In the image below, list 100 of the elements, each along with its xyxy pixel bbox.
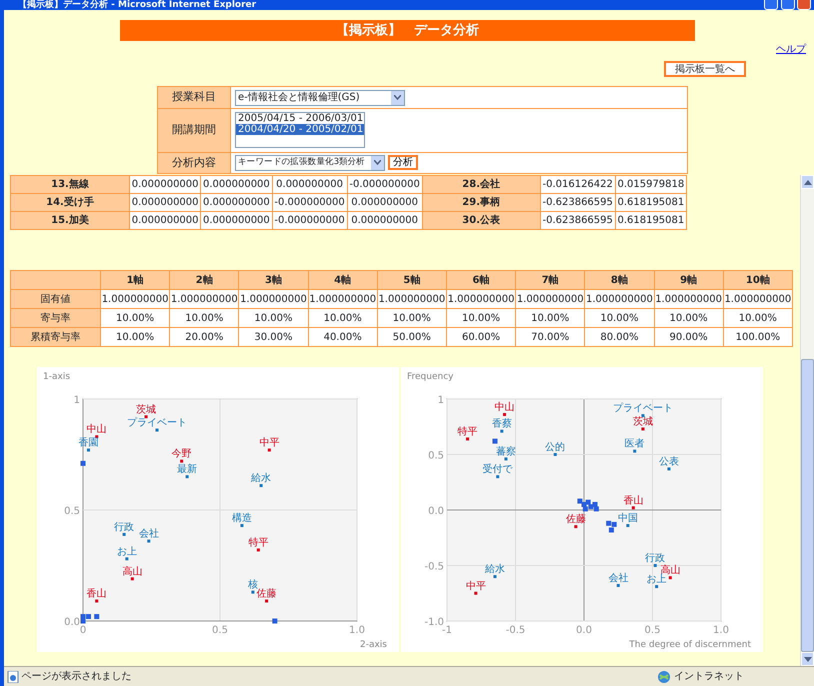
- data-point: [180, 460, 184, 463]
- term-cell: 13.無線: [10, 176, 130, 194]
- table-cell: -0.623866595: [540, 194, 616, 212]
- tick-label: 0.0: [576, 625, 592, 636]
- column-header: 8軸: [584, 270, 654, 290]
- tick-label: 0.5: [212, 625, 228, 636]
- table-cell: 10.00%: [238, 308, 308, 328]
- column-header: 3軸: [238, 270, 308, 290]
- data-point: [574, 525, 578, 528]
- table-cell: 0.000000000: [130, 194, 201, 212]
- select-field[interactable]: キーワードの拡張数量化3類分析: [235, 154, 385, 171]
- table-cell: 1.000000000: [654, 290, 724, 308]
- table-cell: 40.00%: [308, 328, 378, 346]
- scroll-up-button[interactable]: [801, 175, 814, 189]
- globe-icon: [657, 670, 672, 684]
- axis-title: The degree of discernment: [629, 640, 751, 650]
- data-point: [500, 430, 504, 433]
- point-label: 受付で: [482, 464, 513, 476]
- period-listbox[interactable]: 2005/04/15 - 2006/03/01 2004/04/20 - 2005/02/01: [235, 112, 365, 148]
- data-point: [147, 540, 150, 543]
- board-list-button[interactable]: 掲示板一覧へ: [664, 61, 746, 77]
- table-cell: 1.000000000: [723, 290, 792, 308]
- point-label: 高山: [122, 566, 142, 578]
- data-point: [272, 618, 278, 624]
- table-cell: 20.00%: [170, 328, 239, 346]
- tick-label: 1: [74, 395, 80, 406]
- minimize-button[interactable]: [764, 0, 778, 10]
- point-label: 公表: [658, 456, 679, 468]
- data-point: [130, 577, 134, 580]
- table-cell: -0.000000000: [272, 212, 348, 230]
- table-cell: -0.000000000: [272, 194, 348, 212]
- table-cell: 0.000000000: [347, 194, 422, 212]
- table-cell: 10.00%: [100, 328, 170, 346]
- scroll-thumb[interactable]: [801, 359, 814, 652]
- term-cell: 29.事柄: [422, 194, 540, 212]
- column-header: 4軸: [308, 270, 378, 290]
- data-point: [466, 437, 470, 440]
- point-label: お上: [646, 574, 667, 586]
- list-option[interactable]: 2005/04/15 - 2006/03/01: [236, 113, 364, 124]
- data-point: [122, 532, 126, 536]
- table-cell: 10.00%: [584, 308, 654, 328]
- data-point: [632, 506, 635, 510]
- data-point: [186, 475, 189, 478]
- data-point: [554, 453, 557, 456]
- tick-label: 1.0: [713, 625, 729, 636]
- point-label: 会社: [138, 528, 159, 540]
- data-point: [641, 427, 644, 430]
- point-label: 特平: [248, 537, 268, 548]
- data-point: [655, 585, 658, 588]
- table-cell: 30.00%: [238, 328, 308, 346]
- table-cell: 100.00%: [723, 328, 792, 346]
- point-label: 中国: [618, 513, 638, 524]
- tick-label: -0.5: [506, 625, 526, 636]
- select-field[interactable]: e-情報社会と情報倫理(GS): [235, 90, 405, 106]
- point-label: 医者: [624, 438, 645, 450]
- data-point: [265, 600, 268, 603]
- list-option[interactable]: 2004/04/20 - 2005/02/01: [236, 124, 364, 135]
- point-label: お上: [116, 546, 137, 558]
- data-point: [626, 524, 630, 528]
- table-cell: 50.00%: [377, 328, 446, 346]
- close-button[interactable]: [797, 0, 812, 10]
- data-point: [86, 448, 90, 452]
- down-arrow-icon: [804, 656, 812, 662]
- tick-label: 1.0: [349, 625, 365, 636]
- data-point: [80, 460, 86, 466]
- data-point: [125, 557, 128, 560]
- help-link[interactable]: ヘルプ: [776, 42, 806, 57]
- table-cell: 1.000000000: [446, 290, 516, 308]
- table-cell: -0.000000000: [347, 176, 422, 194]
- table-cell: 0.000000000: [272, 176, 348, 194]
- table-cell: 0.000000000: [200, 194, 272, 212]
- data-point: [654, 564, 657, 567]
- point-label: 香蔡: [492, 418, 512, 430]
- form-label: 開講期間: [158, 108, 230, 152]
- data-point: [144, 415, 148, 418]
- point-label: 給水: [251, 473, 272, 484]
- analyze-button[interactable]: 分析: [388, 155, 418, 170]
- data-point: [260, 484, 263, 488]
- tick-label: 0.5: [428, 450, 444, 462]
- maximize-button[interactable]: [780, 0, 794, 10]
- data-point: [256, 548, 260, 552]
- point-label: 中山: [494, 402, 515, 414]
- axis-title: Frequency: [407, 372, 454, 382]
- point-label: 佐藤: [256, 588, 277, 600]
- data-point: [95, 435, 98, 438]
- column-header: 10軸: [723, 270, 792, 290]
- table-cell: 10.00%: [516, 308, 585, 328]
- up-arrow-icon: [804, 180, 812, 184]
- point-label: 公的: [545, 442, 566, 453]
- table-cell: 1.000000000: [377, 290, 446, 308]
- data-point: [95, 600, 98, 603]
- status-message: ページが表示されました: [22, 670, 132, 684]
- data-point: [268, 448, 271, 452]
- table-cell: 0.000000000: [200, 212, 272, 230]
- security-zone: イントラネット: [674, 670, 744, 684]
- data-point: [251, 590, 254, 594]
- point-label: 特平: [458, 426, 478, 438]
- scroll-down-button[interactable]: [801, 652, 814, 666]
- data-point: [240, 524, 244, 528]
- table-cell: 0.000000000: [347, 212, 422, 230]
